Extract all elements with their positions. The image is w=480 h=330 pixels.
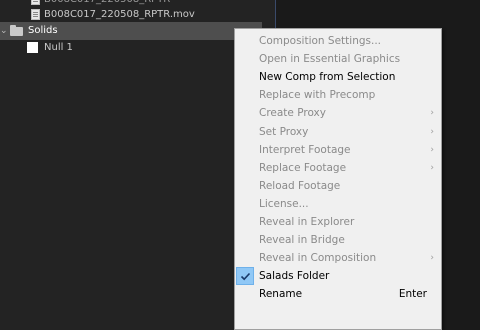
menu-item-replace-footage[interactable]: Replace Footage › xyxy=(236,159,440,177)
menu-item-label: Replace with Precomp xyxy=(259,89,376,102)
menu-item-label: Composition Settings... xyxy=(259,35,381,47)
menu-item-create-proxy[interactable]: Create Proxy › xyxy=(236,104,440,122)
menu-item-open-in-essential-graphics[interactable]: Open in Essential Graphics xyxy=(236,50,440,68)
menu-item-reveal-in-composition[interactable]: Reveal in Composition › xyxy=(236,249,440,267)
menu-item-salads-folder[interactable]: Salads Folder xyxy=(236,267,440,286)
footage-file-icon xyxy=(31,9,40,20)
menu-item-label: Reveal in Composition xyxy=(259,252,377,265)
menu-item-reload-footage[interactable]: Reload Footage xyxy=(236,177,440,195)
menu-item-composition-settings[interactable]: Composition Settings... xyxy=(236,32,440,50)
chevron-down-icon[interactable]: ⌄ xyxy=(0,22,8,40)
menu-item-label: Create Proxy xyxy=(259,107,326,120)
context-menu: Composition Settings... Open in Essential… xyxy=(234,28,442,330)
menu-item-set-proxy[interactable]: Set Proxy › xyxy=(236,123,440,141)
menu-item-label: License... xyxy=(259,197,309,210)
chevron-right-icon: › xyxy=(430,144,434,155)
menu-item-label: Reveal in Bridge xyxy=(259,234,345,247)
checkmark-icon xyxy=(236,267,254,286)
menu-item-reveal-in-explorer[interactable]: Reveal in Explorer xyxy=(236,213,440,231)
chevron-right-icon: › xyxy=(430,162,434,173)
menu-item-label: Open in Essential Graphics xyxy=(259,53,401,66)
menu-item-rename[interactable]: Rename Enter xyxy=(236,285,440,303)
menu-item-label: Reveal in Explorer xyxy=(259,216,355,228)
menu-item-label: Salads Folder xyxy=(259,270,330,283)
folder-icon xyxy=(10,25,23,36)
project-item-solids-folder[interactable]: ⌄ Solids xyxy=(0,22,262,40)
footage-file-icon xyxy=(31,0,40,5)
solid-swatch-icon xyxy=(27,42,38,53)
menu-item-interpret-footage[interactable]: Interpret Footage › xyxy=(236,141,440,159)
menu-item-new-comp-from-selection[interactable]: New Comp from Selection xyxy=(236,68,440,86)
menu-item-reveal-in-bridge[interactable]: Reveal in Bridge xyxy=(236,231,440,249)
menu-item-label: Interpret Footage xyxy=(259,143,351,156)
menu-item-label: Rename xyxy=(259,288,303,301)
chevron-right-icon: › xyxy=(430,253,434,264)
menu-item-replace-with-precomp[interactable]: Replace with Precomp xyxy=(236,86,440,104)
chevron-right-icon: › xyxy=(430,108,434,119)
project-item-null[interactable]: Null 1 xyxy=(0,39,262,57)
menu-item-shortcut: Enter xyxy=(398,288,427,301)
menu-item-label: Set Proxy xyxy=(259,125,309,138)
menu-item-label: Reload Footage xyxy=(259,179,341,192)
project-item-label: Solids xyxy=(28,25,58,36)
menu-item-license[interactable]: License... xyxy=(236,195,440,213)
chevron-right-icon: › xyxy=(430,126,434,137)
menu-item-label: New Comp from Selection xyxy=(259,71,396,84)
menu-item-label: Replace Footage xyxy=(259,161,347,174)
project-item-label: Null 1 xyxy=(44,42,73,53)
